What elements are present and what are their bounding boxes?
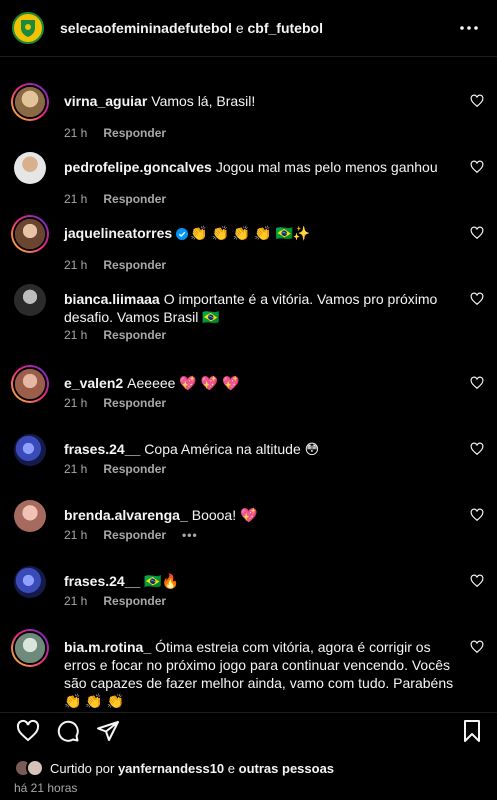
comment-time: 21 h: [64, 258, 88, 272]
cbf-logo-avatar[interactable]: [12, 12, 44, 44]
comment-text: frases.24__ 🇧🇷🔥: [64, 572, 454, 590]
heart-icon[interactable]: [470, 640, 484, 654]
author-1[interactable]: selecaofemininadefutebol: [60, 20, 232, 36]
avatar[interactable]: [11, 365, 49, 403]
comment-username[interactable]: bianca.liimaaa: [64, 291, 160, 307]
comment-text: bianca.liimaaa O importante é a vitória. …: [64, 290, 454, 326]
avatar[interactable]: [14, 152, 46, 184]
bookmark-icon[interactable]: [460, 719, 484, 743]
comment-username[interactable]: virna_aguiar: [64, 93, 147, 109]
heart-icon[interactable]: [470, 226, 484, 240]
avatar[interactable]: [11, 629, 49, 667]
author-2[interactable]: cbf_futebol: [248, 20, 323, 36]
heart-icon[interactable]: [470, 376, 484, 390]
comment-time: 21 h: [64, 328, 88, 342]
liker-avatar: [26, 759, 44, 777]
liked-by[interactable]: Curtido por yanfernandess10 e outras pes…: [14, 758, 334, 778]
comment-body: Aeeeee 💖 💖 💖: [127, 375, 240, 391]
cbf-crest-icon: [21, 20, 35, 37]
post-header: selecaofemininadefutebol e cbf_futebol: [0, 0, 497, 57]
share-icon[interactable]: [96, 719, 120, 743]
comment-meta: 21 h Responder: [64, 328, 166, 342]
comments-list[interactable]: virna_aguiar Vamos lá, Brasil! 21 h Respo…: [0, 72, 497, 708]
comment-body: Copa América na altitude 😳: [144, 441, 320, 457]
comment-meta: 21 h Responder: [64, 258, 166, 272]
liked-by-prefix: Curtido por: [50, 760, 115, 776]
reply-button[interactable]: Responder: [103, 192, 166, 206]
comment-meta: 21 h Responder: [64, 462, 166, 476]
reply-button[interactable]: Responder: [103, 328, 166, 342]
avatar[interactable]: [11, 215, 49, 253]
reply-button[interactable]: Responder: [103, 258, 166, 272]
heart-icon[interactable]: [16, 719, 40, 743]
comment-body: 🇧🇷🔥: [144, 573, 180, 589]
post-timestamp: há 21 horas: [14, 781, 78, 795]
comment-text: pedrofelipe.goncalves Jogou mal mas pelo …: [64, 158, 454, 176]
comment-username[interactable]: pedrofelipe.goncalves: [64, 159, 212, 175]
comment-time: 21 h: [64, 462, 88, 476]
more-options-icon[interactable]: [457, 16, 481, 40]
verified-badge-icon: [176, 228, 189, 240]
comment-meta: 21 h Responder •••: [64, 528, 198, 542]
comment-meta: 21 h Responder: [64, 396, 166, 410]
heart-icon[interactable]: [470, 94, 484, 108]
liked-by-user[interactable]: yanfernandess10: [118, 761, 224, 776]
comment-text: jaquelineatorres 👏 👏 👏 👏 🇧🇷✨: [64, 224, 454, 242]
comment-more-options-icon[interactable]: •••: [182, 528, 198, 542]
comment-icon[interactable]: [56, 719, 80, 743]
comment-username[interactable]: bia.m.rotina_: [64, 639, 151, 655]
avatar[interactable]: [14, 566, 46, 598]
heart-icon[interactable]: [470, 160, 484, 174]
heart-icon[interactable]: [470, 574, 484, 588]
liked-by-text: Curtido por yanfernandess10 e outras pes…: [50, 761, 334, 776]
comment-username[interactable]: e_valen2: [64, 375, 123, 391]
avatar[interactable]: [14, 434, 46, 466]
comment-body: Vamos lá, Brasil!: [151, 93, 256, 109]
comment-time: 21 h: [64, 594, 88, 608]
post-authors[interactable]: selecaofemininadefutebol e cbf_futebol: [60, 20, 323, 36]
liked-by-others[interactable]: outras pessoas: [239, 761, 334, 776]
comment-body: Jogou mal mas pelo menos ganhou: [215, 159, 438, 175]
comment-text: e_valen2 Aeeeee 💖 💖 💖: [64, 374, 454, 392]
post-actions-bar: [0, 712, 497, 749]
comment-time: 21 h: [64, 126, 88, 140]
authors-conjunction: e: [235, 20, 244, 36]
reply-button[interactable]: Responder: [103, 396, 166, 410]
comment-time: 21 h: [64, 396, 88, 410]
heart-icon[interactable]: [470, 292, 484, 306]
reply-button[interactable]: Responder: [103, 528, 166, 542]
comment-username[interactable]: brenda.alvarenga_: [64, 507, 188, 523]
comment-meta: 21 h Responder: [64, 192, 166, 206]
avatar[interactable]: [14, 284, 46, 316]
comment-body: Boooa! 💖: [191, 507, 258, 523]
comment-text: frases.24__ Copa América na altitude 😳: [64, 440, 454, 458]
comment-body: 👏 👏 👏 👏 🇧🇷✨: [190, 225, 311, 241]
comment-text: bia.m.rotina_ Ótima estreia com vitória, …: [64, 638, 454, 708]
comment-text: virna_aguiar Vamos lá, Brasil!: [64, 92, 454, 110]
avatar[interactable]: [11, 83, 49, 121]
reply-button[interactable]: Responder: [103, 462, 166, 476]
avatar[interactable]: [14, 500, 46, 532]
liked-by-middle: e: [227, 760, 236, 776]
reply-button[interactable]: Responder: [103, 594, 166, 608]
comment-username[interactable]: frases.24__: [64, 573, 140, 589]
heart-icon[interactable]: [470, 442, 484, 456]
comment-text: brenda.alvarenga_ Boooa! 💖: [64, 506, 454, 524]
comment-username[interactable]: frases.24__: [64, 441, 140, 457]
reply-button[interactable]: Responder: [103, 126, 166, 140]
heart-icon[interactable]: [470, 508, 484, 522]
comment-username[interactable]: jaquelineatorres: [64, 225, 172, 241]
comment-meta: 21 h Responder: [64, 594, 166, 608]
comment-time: 21 h: [64, 528, 88, 542]
comment-time: 21 h: [64, 192, 88, 206]
comment-meta: 21 h Responder: [64, 126, 166, 140]
